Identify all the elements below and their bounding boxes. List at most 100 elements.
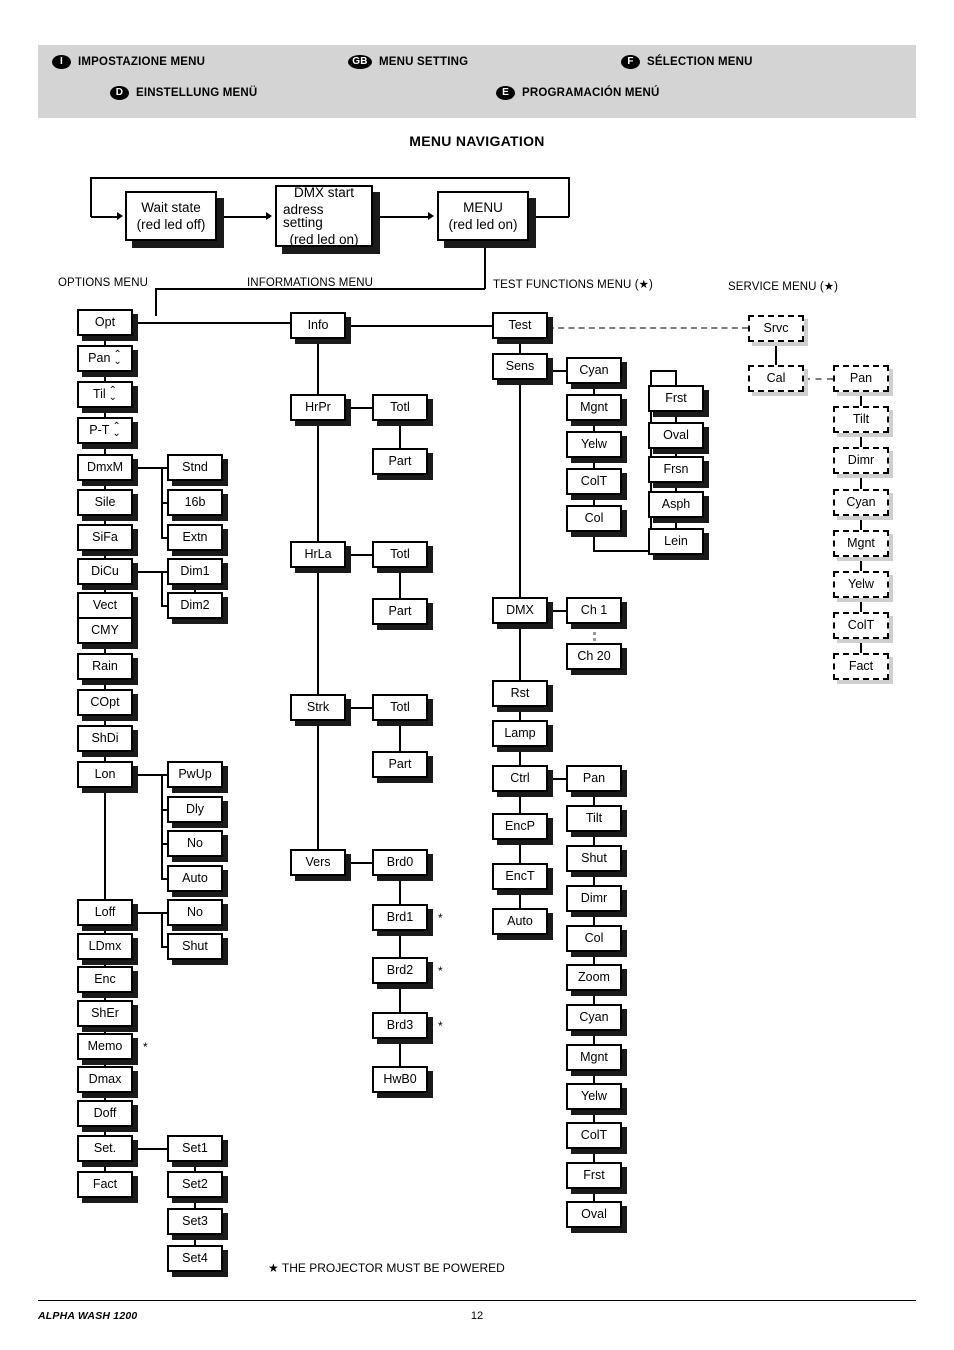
service-spine-0: [775, 342, 777, 365]
options-item-doff: Doff: [77, 1100, 133, 1127]
dicu-stub: [133, 571, 163, 573]
informations-hrpr-sub-part-label: Part: [388, 454, 412, 469]
options-set-sub-set2: Set2: [167, 1171, 223, 1198]
options-item-dmax: Dmax: [77, 1066, 133, 1093]
info-hrpr-chain: [399, 421, 401, 448]
informations-vers-sub-brd2: Brd2: [372, 957, 428, 984]
options-item-set: Set.: [77, 1135, 133, 1162]
options-item-lon-label: Lon: [94, 767, 116, 782]
test-sens-suba-colt: ColT: [566, 468, 622, 495]
options-item-loff: Loff: [77, 899, 133, 926]
test-item-lamp-label: Lamp: [504, 726, 536, 741]
options-item-set-label: Set.: [93, 1141, 117, 1156]
informations-vers-sub-brd2-label: Brd2: [386, 963, 414, 978]
ctrl-chain-4: [593, 952, 595, 964]
test-spine-1: [519, 380, 521, 597]
options-item-sile: Sile: [77, 489, 133, 516]
options-set-sub-set3-label: Set3: [182, 1214, 208, 1229]
test-ctrl-sub-dimr-3: Dimr: [566, 885, 622, 912]
informations-vers-sub-hwb0: HwB0: [372, 1066, 428, 1093]
options-item-lon: Lon: [77, 761, 133, 788]
informations-item-vers: Vers: [290, 849, 346, 876]
test-item-rst: Rst: [492, 680, 548, 707]
options-item-memo: Memo: [77, 1033, 133, 1060]
options-loff-sub-shut-label: Shut: [182, 939, 208, 954]
service-cal-sub-dimr-label: Dimr: [847, 453, 875, 468]
flow-box-1: DMX start adress setting (red led on): [275, 185, 373, 247]
info-vers-chain-1: [399, 931, 401, 957]
ctrl-chain-7: [593, 1071, 595, 1083]
language-badge-d: D: [110, 86, 129, 100]
flow-box-2: MENU (red led on): [437, 191, 529, 241]
cal-chain-4: [860, 557, 862, 571]
test-item-sens: Sens: [492, 353, 548, 380]
informations-hrpr-sub-totl-label: Totl: [390, 400, 410, 415]
informations-vers-mark-3: *: [438, 1019, 443, 1033]
sens-chain-2: [593, 458, 595, 468]
test-ctrl-sub-col-4-label: Col: [584, 931, 604, 946]
language-label-gb: MENU SETTING: [379, 56, 469, 68]
options-item-enc-label: Enc: [94, 972, 116, 987]
options-set-sub-set4: Set4: [167, 1245, 223, 1272]
sens-b-chain-0: [675, 412, 677, 422]
lon-bracket: [161, 774, 163, 878]
test-sens-suba-cyan: Cyan: [566, 357, 622, 384]
options-set-sub-set2-label: Set2: [182, 1177, 208, 1192]
flow-box-2-line-0: MENU: [463, 200, 503, 215]
test-ctrl-sub-frst-10: Frst: [566, 1162, 622, 1189]
flow-loop-right: [568, 177, 570, 217]
informations-vers-sub-brd3: Brd3: [372, 1012, 428, 1039]
test-ctrl-sub-oval-11-label: Oval: [581, 1207, 607, 1222]
informations-root-info-label: Info: [307, 318, 329, 333]
updown-chevron-icon: ⌃ ⌄: [112, 421, 121, 439]
flow-loop-from-menu: [529, 216, 569, 218]
options-item-doff-label: Doff: [93, 1106, 117, 1121]
flow-box-1-line-1: adress setting: [283, 201, 324, 230]
options-lon-sub-pwup: PwUp: [167, 761, 223, 788]
options-item-dicu-label: DiCu: [91, 564, 119, 579]
flow-loop-left: [90, 177, 92, 217]
service-root-srvc: Srvc: [748, 315, 804, 342]
ctrl-chain-5: [593, 991, 595, 1004]
footnote-powered: ★ THE PROJECTOR MUST BE POWERED: [268, 1261, 505, 1275]
test-dmx-sub-ch20-label: Ch 20: [577, 649, 611, 664]
test-sens-suba-mgnt-label: Mgnt: [580, 400, 608, 415]
test-sens-suba-col-label: Col: [584, 511, 604, 526]
service-item-cal-label: Cal: [766, 371, 786, 386]
informations-vers-sub-hwb0-label: HwB0: [383, 1072, 417, 1087]
test-ctrl-sub-shut-2: Shut: [566, 845, 622, 872]
test-item-auto: Auto: [492, 908, 548, 935]
test-item-sens-label: Sens: [505, 359, 535, 374]
informations-hrla-sub-totl: Totl: [372, 541, 428, 568]
sens-loop-top: [650, 370, 675, 372]
options-item-cmy-label: CMY: [91, 623, 119, 638]
test-sens-suba-yelw-label: Yelw: [581, 437, 607, 452]
language-entry-e: E PROGRAMACIÓN MENÚ: [496, 86, 660, 100]
link-opt-info: [133, 322, 290, 324]
options-item-mark-17: *: [143, 1040, 148, 1054]
menu-bus-h: [155, 288, 485, 290]
cal-branch: [804, 378, 833, 380]
options-item-pt: P-T ⌃ ⌄: [77, 417, 133, 444]
language-entry-i: I IMPOSTAZIONE MENU: [52, 55, 205, 69]
dicu-bracket: [161, 571, 163, 605]
options-spine-2: [104, 408, 106, 417]
options-item-vect-label: Vect: [92, 598, 118, 613]
options-item-sifa: SiFa: [77, 524, 133, 551]
flow-box-1-line-2: (red led on): [289, 231, 359, 247]
test-dmx-sub-ch20: Ch 20: [566, 643, 622, 670]
options-item-fact-label: Fact: [92, 1177, 118, 1192]
test-ctrl-sub-cyan-6-label: Cyan: [579, 1010, 609, 1025]
informations-root-info: Info: [290, 312, 346, 339]
test-item-encp-label: EncP: [505, 819, 535, 834]
test-root-test-label: Test: [508, 318, 532, 333]
test-spine-0: [519, 339, 521, 353]
service-item-cal: Cal: [748, 365, 804, 392]
test-spine-6: [519, 840, 521, 863]
informations-vers-mark-2: *: [438, 964, 443, 978]
test-sens-subb-frst: Frst: [648, 385, 704, 412]
test-sens-suba-col: Col: [566, 505, 622, 532]
sens-b-chain-2: [675, 483, 677, 491]
test-ctrl-sub-mgnt-7-label: Mgnt: [580, 1050, 608, 1065]
test-root-test: Test: [492, 312, 548, 339]
